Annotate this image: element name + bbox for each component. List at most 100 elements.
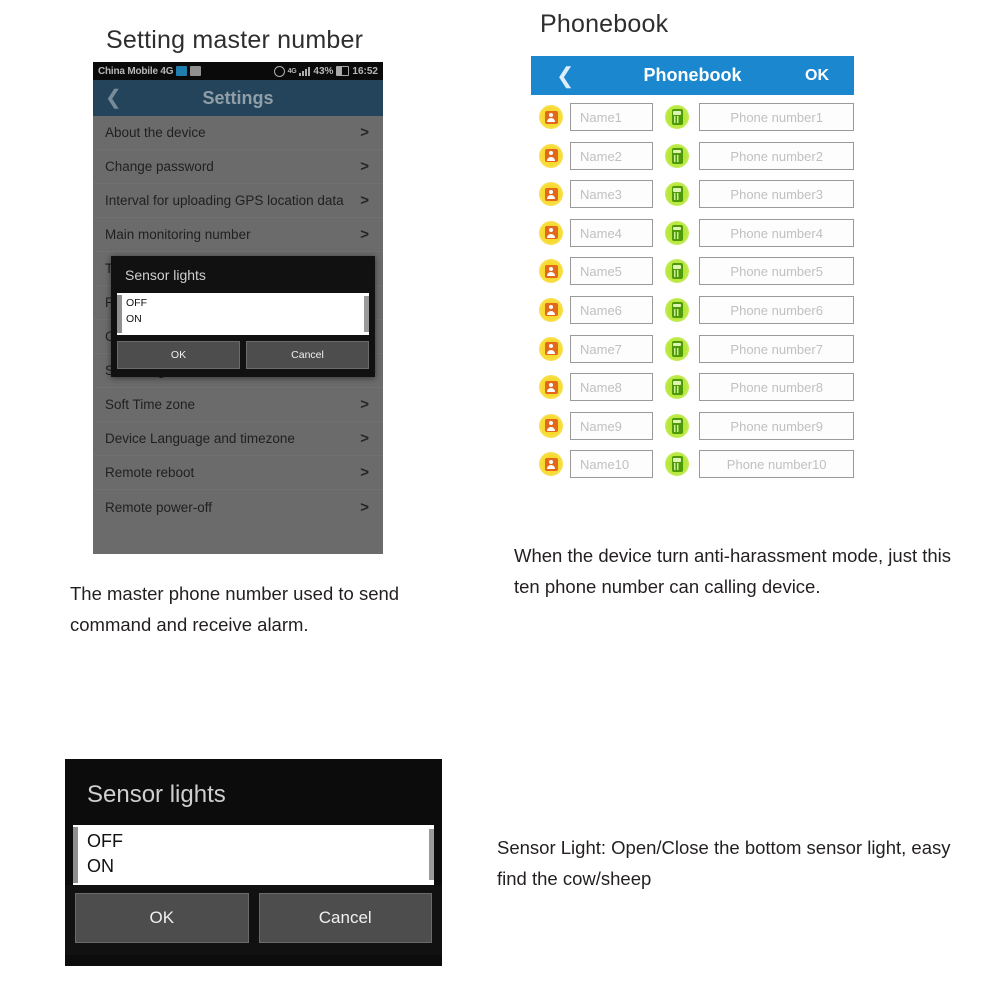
name-input[interactable]: Name5 xyxy=(570,257,654,286)
dialog-buttons: OK Cancel xyxy=(111,335,375,377)
settings-row-gps-upload-interval[interactable]: Interval for uploading GPS location data… xyxy=(93,184,383,218)
chevron-right-icon: > xyxy=(360,124,369,141)
status-bar: China Mobile 4G 4G 43% 16:52 xyxy=(93,62,383,80)
dialog-title: Sensor lights xyxy=(87,781,226,808)
chevron-right-icon: > xyxy=(360,430,369,447)
phone-number-input[interactable]: Phone number2 xyxy=(699,141,854,170)
battery-icon xyxy=(336,66,350,76)
phone-number-input[interactable]: Phone number1 xyxy=(699,103,854,131)
cancel-button[interactable]: Cancel xyxy=(246,341,369,369)
name-input[interactable]: Name2 xyxy=(570,141,654,170)
phone-icon xyxy=(665,375,690,400)
settings-row-label: Remote reboot xyxy=(105,465,195,480)
phonebook-row: Name4 Phone number4 xyxy=(531,217,854,249)
phonebook-screenshot: ❮ Phonebook OK Name1 Phone number1 Name2… xyxy=(531,56,854,487)
name-input[interactable]: Name1 xyxy=(570,103,654,131)
chevron-right-icon: > xyxy=(360,226,369,243)
person-icon xyxy=(539,375,563,400)
settings-row-label: About the device xyxy=(105,125,206,140)
phone-number-input[interactable]: Phone number9 xyxy=(699,411,854,440)
ok-button[interactable]: OK xyxy=(805,67,829,85)
phone-number-input[interactable]: Phone number7 xyxy=(699,334,854,363)
phone-icon xyxy=(665,105,690,129)
caption-master-number: The master phone number used to send com… xyxy=(70,583,400,635)
dialog-title: Sensor lights xyxy=(125,267,206,283)
dialog-option-off[interactable]: OFF xyxy=(73,825,434,850)
sim-icon xyxy=(176,66,188,76)
settings-row-label: Remote power-off xyxy=(105,499,213,515)
settings-row-change-password[interactable]: Change password > xyxy=(93,150,383,184)
dialog-buttons: OK Cancel xyxy=(65,885,442,955)
phone-number-input[interactable]: Phone number5 xyxy=(699,257,854,286)
carrier-label: China Mobile 4G xyxy=(98,65,174,77)
dialog-option-off[interactable]: OFF xyxy=(117,293,369,309)
clock-label: 16:52 xyxy=(352,65,378,77)
name-input[interactable]: Name8 xyxy=(570,373,654,402)
person-icon xyxy=(539,182,563,207)
section-title-setting-master-number: Setting master number xyxy=(106,26,364,54)
battery-percent-label: 43% xyxy=(313,65,334,77)
phonebook-row: Name7 Phone number7 xyxy=(531,333,854,365)
settings-row-soft-time-zone[interactable]: Soft Time zone > xyxy=(93,388,383,422)
chevron-right-icon: > xyxy=(360,498,369,516)
dialog-option-list[interactable]: OFF ON xyxy=(117,293,369,335)
settings-row-main-monitoring-number[interactable]: Main monitoring number > xyxy=(93,218,383,252)
phone-number-input[interactable]: Phone number8 xyxy=(699,373,854,402)
phonebook-row: Name2 Phone number2 xyxy=(531,140,854,172)
name-input[interactable]: Name7 xyxy=(570,334,654,363)
name-input[interactable]: Name9 xyxy=(570,411,654,440)
sensor-lights-dialog-large: Sensor lights OFF ON OK Cancel xyxy=(65,759,442,966)
dialog-option-on[interactable]: ON xyxy=(73,850,434,875)
phone-number-input[interactable]: Phone number6 xyxy=(699,295,854,324)
phone-icon xyxy=(665,336,690,361)
name-input[interactable]: Name3 xyxy=(570,180,654,209)
phone-icon xyxy=(665,297,690,322)
caption-phonebook: When the device turn anti-harassment mod… xyxy=(514,545,952,597)
settings-row-label: Change password xyxy=(105,159,214,174)
name-input[interactable]: Name6 xyxy=(570,295,654,324)
dialog-option-list[interactable]: OFF ON xyxy=(73,825,434,885)
person-icon xyxy=(539,105,563,129)
cancel-button[interactable]: Cancel xyxy=(258,893,432,943)
name-input[interactable]: Name10 xyxy=(570,450,654,479)
chevron-right-icon: > xyxy=(360,396,369,413)
ok-button[interactable]: OK xyxy=(75,893,249,943)
person-icon xyxy=(539,336,563,361)
signal-bars-icon xyxy=(299,66,311,76)
settings-row-device-language-and-timezone[interactable]: Device Language and timezone > xyxy=(93,422,383,456)
alarm-clock-icon xyxy=(273,65,285,77)
settings-row-remote-reboot[interactable]: Remote reboot > xyxy=(93,456,383,490)
sensor-lights-dialog: Sensor lights OFF ON OK Cancel xyxy=(111,256,375,377)
page-title: Settings xyxy=(202,87,274,108)
phonebook-row: Name3 Phone number3 xyxy=(531,178,854,210)
settings-row-label: Device Language and timezone xyxy=(105,431,295,446)
phone-icon xyxy=(665,413,690,438)
settings-app-bar: ❮ Settings xyxy=(93,80,383,116)
settings-row-label: Soft Time zone xyxy=(105,397,196,412)
phonebook-rows: Name1 Phone number1 Name2 Phone number2 … xyxy=(531,95,854,480)
name-input[interactable]: Name4 xyxy=(570,218,654,247)
caption-sensor-light: Sensor Light: Open/Close the bottom sens… xyxy=(497,837,951,889)
phone-icon xyxy=(665,452,690,477)
dialog-option-on[interactable]: ON xyxy=(117,309,369,325)
status-bar-right: 4G 43% 16:52 xyxy=(273,65,378,77)
phone-icon xyxy=(665,182,690,207)
phonebook-row: Name1 Phone number1 xyxy=(531,101,854,133)
settings-screenshot: China Mobile 4G 4G 43% 16:52 ❮ Settings … xyxy=(93,62,383,554)
screenshot-icon xyxy=(190,66,202,76)
section-title-phonebook: Phonebook xyxy=(540,10,669,38)
phone-icon xyxy=(665,259,690,284)
settings-row-label: Main monitoring number xyxy=(105,227,251,242)
phone-number-input[interactable]: Phone number10 xyxy=(699,450,854,479)
settings-row-about-the-device[interactable]: About the device > xyxy=(93,116,383,150)
person-icon xyxy=(539,297,563,322)
phonebook-row: Name10 Phone number10 xyxy=(531,448,854,480)
phone-number-input[interactable]: Phone number4 xyxy=(699,218,854,247)
person-icon xyxy=(539,220,563,245)
phone-icon xyxy=(665,143,690,168)
settings-row-remote-power-off[interactable]: Remote power-off > xyxy=(93,490,383,524)
phone-number-input[interactable]: Phone number3 xyxy=(699,180,854,209)
phone-icon xyxy=(665,220,690,245)
phonebook-row: Name5 Phone number5 xyxy=(531,255,854,287)
ok-button[interactable]: OK xyxy=(117,341,240,369)
